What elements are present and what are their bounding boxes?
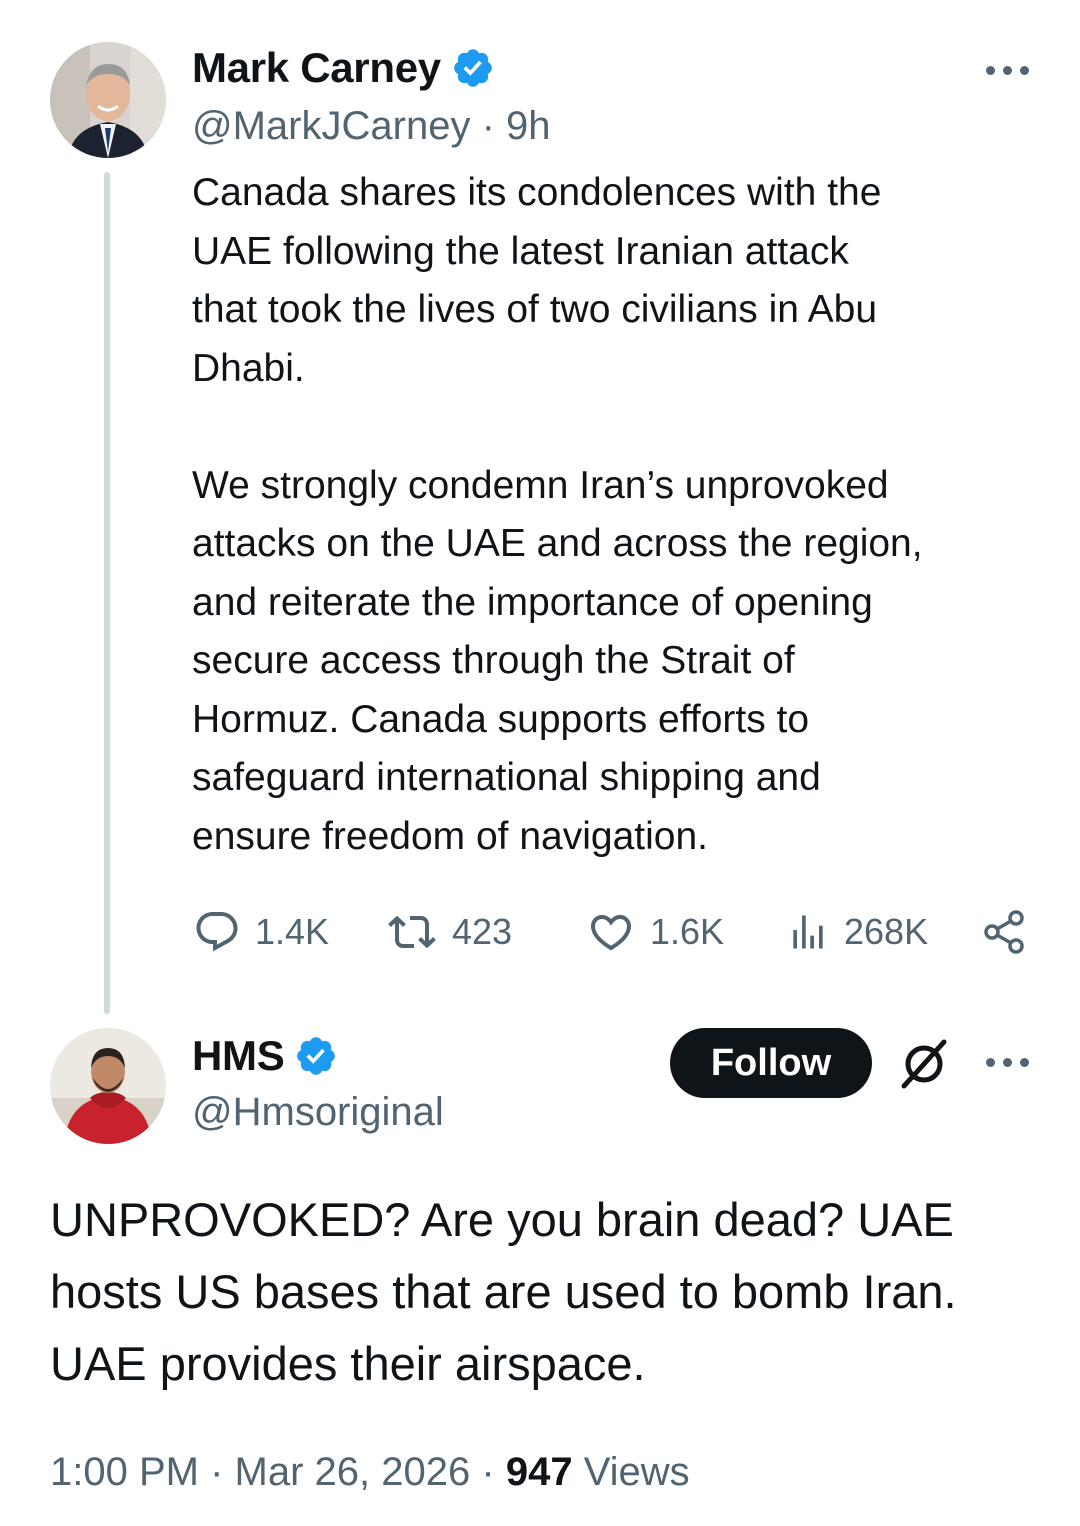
views-count: 268K [844, 911, 929, 952]
parent-author-row: Mark Carney [192, 44, 495, 92]
reply-views-count: 947 [505, 1450, 573, 1494]
verified-badge-icon [454, 49, 492, 87]
author-handle[interactable]: @MarkJCarney [192, 104, 470, 148]
reply-meta: 1:00 PM · Mar 26, 2026 · 947 Views [50, 1450, 690, 1495]
separator: · [481, 104, 495, 148]
reply-more-icon[interactable] [986, 1058, 1029, 1067]
views-icon [793, 915, 823, 949]
meta-separator: · [210, 1450, 224, 1494]
repost-icon [388, 915, 436, 949]
like-count: 1.6K [650, 911, 725, 952]
reply-tweet-text: UNPROVOKED? Are you brain dead? UAE host… [50, 1193, 957, 1390]
reply-date[interactable]: Mar 26, 2026 [235, 1450, 471, 1494]
reply-author-row: HMS [192, 1032, 338, 1080]
author-name[interactable]: Mark Carney [192, 44, 441, 92]
like-icon [590, 915, 632, 951]
reply-time[interactable]: 1:00 PM [50, 1450, 199, 1494]
follow-button[interactable]: Follow [670, 1028, 872, 1098]
reply-handle[interactable]: @Hmsoriginal [192, 1090, 444, 1135]
time-ago[interactable]: 9h [506, 104, 551, 148]
avatar-hms[interactable] [50, 1028, 166, 1144]
avatar-mark-carney[interactable] [50, 42, 166, 158]
verified-badge-icon [297, 1037, 336, 1075]
views-button[interactable]: 268K [786, 908, 928, 956]
reply-button[interactable]: 1.4K [193, 908, 329, 956]
parent-tweet-text: Canada shares its condolences with the U… [192, 171, 923, 858]
meta-separator: · [481, 1450, 495, 1494]
grok-icon[interactable] [896, 1036, 952, 1097]
parent-handle-row: @MarkJCarney · 9h [192, 104, 551, 149]
share-icon [984, 910, 1024, 954]
reply-count: 1.4K [255, 911, 330, 952]
repost-count: 423 [452, 911, 513, 952]
reply-icon [196, 912, 238, 952]
repost-button[interactable]: 423 [386, 908, 512, 956]
reply-views-label: Views [583, 1450, 690, 1494]
thread-line [104, 172, 110, 1014]
like-button[interactable]: 1.6K [586, 908, 724, 956]
more-icon[interactable] [986, 66, 1029, 75]
reply-author-name[interactable]: HMS [192, 1032, 285, 1080]
share-button[interactable] [980, 908, 1028, 961]
